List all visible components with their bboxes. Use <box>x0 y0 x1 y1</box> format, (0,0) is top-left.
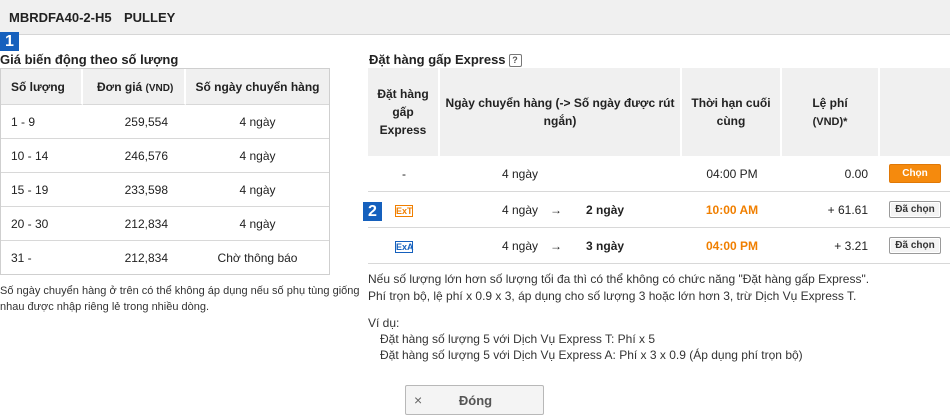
express-row-t: ExT 4 ngày → 2 ngày 10:00 AM + 61.61 Đã ch… <box>368 192 950 228</box>
shipping-days: 4 ngày <box>502 166 539 181</box>
deadline-cell: 10:00 AM <box>682 192 782 228</box>
col-shipping-date: Ngày chuyển hàng (-> Số ngày được rút ng… <box>440 68 682 156</box>
col-deadline: Thời hạn cuối cùng <box>682 68 782 156</box>
deadline-cell: 04:00 PM <box>682 156 782 192</box>
table-row: 15 - 19 233,598 4 ngày <box>1 173 329 207</box>
express-type-cell: ExA <box>368 228 440 264</box>
section-2-badge: 2 <box>363 202 382 221</box>
days-cell: 4 ngày <box>186 207 329 241</box>
table-row: 31 - 212,834 Chờ thông báo <box>1 241 329 274</box>
col-shipping-days: Số ngày chuyển hàng <box>186 69 329 105</box>
col-fee-unit: (VND)* <box>812 115 848 128</box>
express-title-text: Đặt hàng gấp Express <box>369 52 506 67</box>
express-title: Đặt hàng gấp Express? <box>369 52 522 67</box>
choose-button[interactable]: Chọn <box>889 164 941 183</box>
fee-cell: + 61.61 <box>782 192 880 228</box>
col-unit-price: Đơn giá (VND) <box>83 69 186 105</box>
price-cell: 246,576 <box>83 139 186 173</box>
express-a-icon: ExA <box>395 240 414 253</box>
volume-pricing-title: Giá biến động theo số lượng <box>0 52 179 67</box>
price-cell: 259,554 <box>83 105 186 139</box>
days-cell: 4 ngày <box>186 105 329 139</box>
action-cell: Đã chọn <box>880 192 950 228</box>
section-1-badge: 1 <box>0 32 19 51</box>
express-t-icon: ExT <box>395 204 413 217</box>
help-icon[interactable]: ? <box>508 54 522 67</box>
express-note-line-2: Phí trọn bộ, lệ phí x 0.9 x 3, áp dụng c… <box>368 289 857 303</box>
col-unit-price-label: Đơn giá <box>97 79 143 94</box>
qty-cell: 31 - <box>11 250 32 265</box>
col-fee: Lệ phí (VND)* <box>782 68 880 156</box>
price-cell: 233,598 <box>83 173 186 207</box>
action-cell: Chọn <box>880 156 950 192</box>
table-row: 10 - 14 246,576 4 ngày <box>1 139 329 173</box>
arrow-right-icon: → <box>550 202 563 217</box>
days-cell: Chờ thông báo <box>217 250 298 265</box>
col-action <box>880 68 950 156</box>
express-note: Nếu số lượng lớn hơn số lượng tối đa thì… <box>368 271 948 305</box>
example-line-1: Đặt hàng số lượng 5 với Dịch Vụ Express … <box>380 332 656 346</box>
fee-cell: 0.00 <box>782 156 880 192</box>
table-row: 20 - 30 212,834 4 ngày <box>1 207 329 241</box>
example-block: Ví dụ: Đặt hàng số lượng 5 với Dịch Vụ E… <box>368 315 948 363</box>
express-type-cell: - <box>368 156 440 192</box>
selected-button[interactable]: Đã chọn <box>889 237 941 254</box>
days-cell: 4 ngày <box>186 139 329 173</box>
close-button[interactable]: × Đóng <box>405 385 544 415</box>
title-bar: MBRDFA40-2-H5 PULLEY <box>0 0 950 35</box>
table-header-row: Đặt hàng gấp Express Ngày chuyển hàng (-… <box>368 68 950 156</box>
qty-cell: 15 - 19 <box>1 173 83 207</box>
express-note-line-1: Nếu số lượng lớn hơn số lượng tối đa thì… <box>368 272 870 286</box>
express-row-standard: - 4 ngày 04:00 PM 0.00 Chọn <box>368 156 950 192</box>
product-name: PULLEY <box>124 10 176 25</box>
express-table: Đặt hàng gấp Express Ngày chuyển hàng (-… <box>368 68 950 264</box>
selected-button[interactable]: Đã chọn <box>889 201 941 218</box>
fee-cell: + 3.21 <box>782 228 880 264</box>
col-unit-price-unit: (VND) <box>145 82 174 94</box>
col-fee-label: Lệ phí <box>812 95 848 110</box>
table-header-row: Số lượng Đơn giá (VND) Số ngày chuyển hà… <box>1 69 329 105</box>
close-button-label: Đóng <box>458 393 493 408</box>
col-express: Đặt hàng gấp Express <box>368 68 440 156</box>
product-code: MBRDFA40-2-H5 <box>9 10 112 25</box>
shipping-days: 4 ngày <box>502 202 539 217</box>
shipping-cell: 4 ngày → 2 ngày <box>440 192 682 228</box>
example-label: Ví dụ: <box>368 316 400 330</box>
shortened-days: 2 ngày <box>586 202 625 217</box>
qty-cell: 20 - 30 <box>1 207 83 241</box>
qty-cell: 10 - 14 <box>1 139 83 173</box>
shipping-days: 4 ngày <box>502 238 539 253</box>
deadline-cell: 04:00 PM <box>682 228 782 264</box>
shortened-days: 3 ngày <box>586 238 625 253</box>
col-quantity: Số lượng <box>1 69 83 105</box>
price-cell: 212,834 <box>124 250 168 265</box>
price-cell: 212,834 <box>83 207 186 241</box>
shipping-cell: 4 ngày <box>440 156 682 192</box>
qty-cell: 1 - 9 <box>1 105 83 139</box>
table-row: 1 - 9 259,554 4 ngày <box>1 105 329 139</box>
arrow-right-icon: → <box>550 238 563 253</box>
shipping-days-note: Số ngày chuyển hàng ở trên có thể không … <box>0 285 360 313</box>
volume-pricing-table: Số lượng Đơn giá (VND) Số ngày chuyển hà… <box>0 68 330 275</box>
shipping-cell: 4 ngày → 3 ngày <box>440 228 682 264</box>
days-cell: 4 ngày <box>186 173 329 207</box>
action-cell: Đã chọn <box>880 228 950 264</box>
express-row-a: ExA 4 ngày → 3 ngày 04:00 PM + 3.21 Đã chọ… <box>368 228 950 264</box>
example-line-2: Đặt hàng số lượng 5 với Dịch Vụ Express … <box>380 348 803 362</box>
